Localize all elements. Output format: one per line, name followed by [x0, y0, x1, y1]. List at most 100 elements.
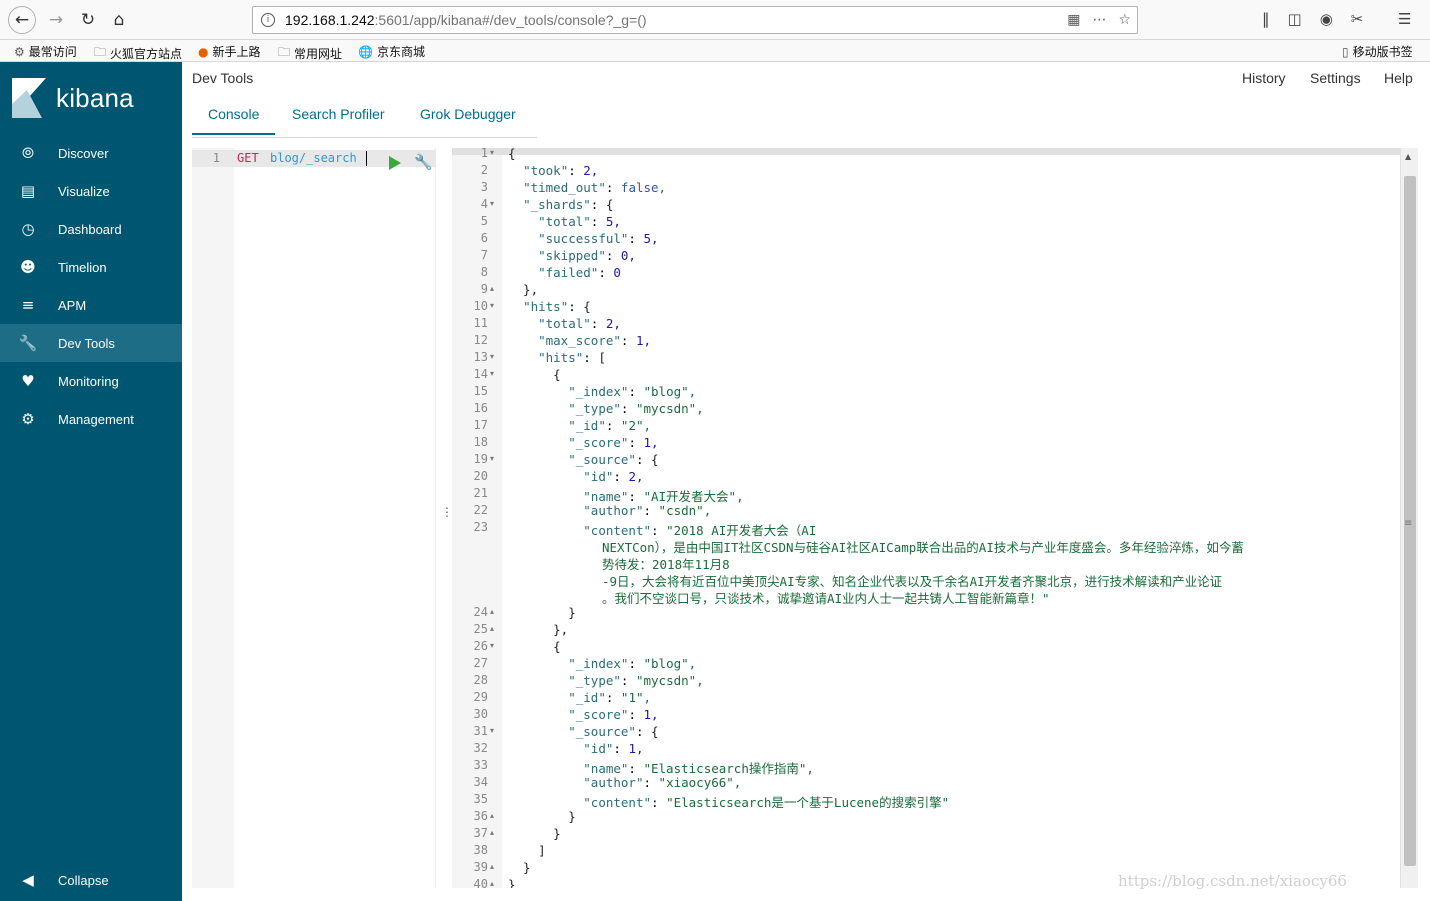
code-text: "total": 5,: [538, 214, 621, 229]
heartbeat-icon: ♥: [21, 372, 35, 390]
code-text: }: [508, 877, 516, 888]
line-number: 21: [473, 486, 488, 500]
bookmarks-bar: ⚙ 最常访问 🗀 火狐官方站点 ● 新手上路 🗀 常用网址 🌐 京东商城 ▯ 移动版书签: [0, 40, 1430, 62]
send-request-icon[interactable]: [389, 156, 401, 170]
fold-collapse-icon[interactable]: ▾: [490, 726, 494, 735]
library-icon[interactable]: ‖: [1262, 10, 1270, 28]
fold-expand-icon[interactable]: ▴: [490, 879, 494, 888]
sidebar-item-apm[interactable]: ≡ APM: [0, 286, 182, 324]
logo-text: kibana: [56, 82, 134, 113]
line-number: 9: [480, 282, 488, 296]
tab-search-profiler[interactable]: Search Profiler: [292, 106, 385, 122]
request-settings-icon[interactable]: 🔧: [414, 153, 433, 171]
sidebar-item-visualize[interactable]: ▤ Visualize: [0, 172, 182, 210]
help-link[interactable]: Help: [1384, 70, 1413, 86]
history-link[interactable]: History: [1242, 70, 1286, 86]
bookmark-jd[interactable]: 🌐 京东商城: [358, 43, 425, 60]
sidebar-item-timelion[interactable]: ☻ Timelion: [0, 248, 182, 286]
line-number: 14: [473, 367, 488, 381]
collapse-button[interactable]: ◀ Collapse: [0, 861, 182, 899]
mobile-bookmarks[interactable]: ▯ 移动版书签: [1342, 43, 1413, 60]
fold-expand-icon[interactable]: ▴: [490, 624, 494, 633]
code-text: "failed": 0: [538, 265, 621, 280]
line-number: 23: [473, 520, 488, 534]
bookmark-most-visited[interactable]: ⚙ 最常访问: [14, 43, 77, 60]
fold-collapse-icon[interactable]: ▾: [490, 301, 494, 310]
request-editor[interactable]: 1 GET blog/_search 🔧: [192, 148, 436, 888]
output-line: 6 "successful": 5,: [452, 231, 1400, 248]
code-text: }: [508, 809, 576, 824]
screenshot-icon[interactable]: ✂: [1351, 10, 1364, 28]
mobile-bookmarks-label: 移动版书签: [1352, 45, 1413, 59]
fold-collapse-icon[interactable]: ▾: [490, 369, 494, 378]
fold-expand-icon[interactable]: ▴: [490, 284, 494, 293]
request-url: blog/_search: [270, 151, 357, 165]
dev-tools-tabs: Console Search Profiler Grok Debugger: [192, 96, 537, 138]
line-number: 36: [473, 809, 488, 823]
fold-expand-icon[interactable]: ▴: [490, 862, 494, 871]
bookmark-firefox-site[interactable]: 🗀 火狐官方站点: [94, 43, 182, 64]
globe-icon: 🌐: [358, 44, 373, 59]
output-line: 12 "max_score": 1,: [452, 333, 1400, 350]
fold-collapse-icon[interactable]: ▾: [490, 641, 494, 650]
tab-grok-debugger[interactable]: Grok Debugger: [420, 106, 516, 122]
sidebar-item-management[interactable]: ⚙ Management: [0, 400, 182, 438]
home-button[interactable]: ⌂: [105, 6, 133, 34]
forward-button[interactable]: →: [42, 6, 70, 34]
info-icon[interactable]: i: [261, 13, 275, 27]
code-text: }: [508, 826, 561, 841]
code-text: "_score": 1,: [568, 707, 659, 722]
line-number: 32: [473, 741, 488, 755]
tab-console[interactable]: Console: [192, 106, 276, 135]
output-line: 25 ▴ },: [452, 622, 1400, 639]
code-text: "_index": "blog",: [568, 656, 697, 671]
watermark: https://blog.csdn.net/xiaocy66: [1118, 872, 1347, 890]
fold-collapse-icon[interactable]: ▾: [490, 199, 494, 208]
output-scrollbar[interactable]: ▲ ≡: [1400, 148, 1418, 888]
fold-collapse-icon[interactable]: ▾: [490, 454, 494, 463]
sidebar-item-discover[interactable]: ⦾ Discover: [0, 134, 182, 172]
sidebar-item-dev-tools[interactable]: 🔧 Dev Tools: [0, 324, 182, 362]
fold-expand-icon[interactable]: ▴: [490, 811, 494, 820]
wrench-icon: 🔧: [18, 334, 38, 352]
menu-icon[interactable]: ☰: [1398, 10, 1411, 28]
line-number: 22: [473, 503, 488, 517]
fold-expand-icon[interactable]: ▴: [490, 828, 494, 837]
collapse-label: Collapse: [58, 872, 109, 888]
code-text: "hits": {: [523, 299, 591, 314]
qr-code-icon[interactable]: ▦: [1067, 12, 1080, 28]
pane-resizer[interactable]: ⋮: [441, 506, 453, 526]
sidebar-item-monitoring[interactable]: ♥ Monitoring: [0, 362, 182, 400]
output-line: 33 "name": "Elasticsearch操作指南",: [452, 758, 1400, 776]
scroll-up-icon[interactable]: ▲: [1405, 152, 1411, 161]
url-bar[interactable]: i 192.168.1.242:5601/app/kibana#/dev_too…: [252, 6, 1138, 34]
sidebar-item-dashboard[interactable]: ◷ Dashboard: [0, 210, 182, 248]
reload-button[interactable]: ↻: [74, 6, 102, 34]
sidebar-icon[interactable]: ◫: [1288, 10, 1302, 28]
output-line: 24 ▴ }: [452, 605, 1400, 622]
line-number: 24: [473, 605, 488, 619]
fold-collapse-icon[interactable]: ▾: [490, 352, 494, 361]
back-button[interactable]: ←: [8, 6, 36, 34]
page-actions-icon[interactable]: ⋯: [1092, 12, 1106, 28]
output-line: 27 "_index": "blog",: [452, 656, 1400, 673]
fold-collapse-icon[interactable]: ▾: [490, 148, 494, 157]
settings-link[interactable]: Settings: [1310, 70, 1361, 86]
response-output[interactable]: 1 ▾{2 "took": 2, 3 "timed_out": false, 4 ▾ "…: [452, 148, 1400, 888]
bookmark-getting-started[interactable]: ● 新手上路: [198, 43, 261, 60]
output-line: 11 "total": 2,: [452, 316, 1400, 333]
output-line: 38 ]: [452, 843, 1400, 860]
mobile-icon: ▯: [1342, 44, 1349, 59]
output-line: 8 "failed": 0: [452, 265, 1400, 282]
fold-expand-icon[interactable]: ▴: [490, 607, 494, 616]
kibana-logo[interactable]: kibana: [12, 78, 134, 118]
chat-icon[interactable]: ◉: [1320, 10, 1333, 28]
line-number: 37: [473, 826, 488, 840]
apm-icon: ≡: [21, 296, 35, 314]
sidebar-item-label: Monitoring: [58, 373, 119, 389]
page-title: Dev Tools: [192, 70, 254, 86]
line-number: 11: [473, 316, 488, 330]
bookmark-common-sites[interactable]: 🗀 常用网址: [278, 43, 342, 64]
star-icon[interactable]: ☆: [1118, 12, 1131, 28]
dashboard-icon: ◷: [21, 220, 35, 238]
